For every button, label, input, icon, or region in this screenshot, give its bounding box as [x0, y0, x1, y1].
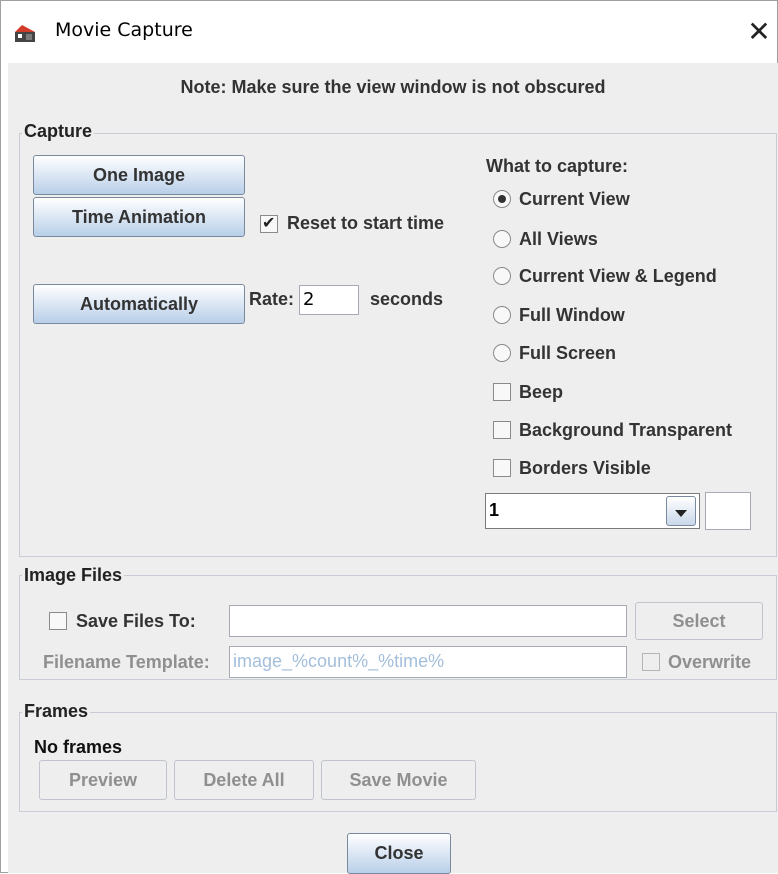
reset-to-start-checkbox[interactable]	[260, 213, 278, 233]
window-title: Movie Capture	[55, 19, 193, 41]
image-files-legend: Image Files	[22, 565, 125, 586]
time-animation-button[interactable]: Time Animation	[33, 197, 245, 237]
beep-label: Beep	[519, 382, 564, 402]
movie-capture-dialog: Movie Capture ✕ Note: Make sure the view…	[0, 0, 778, 874]
background-transparent-label: Background Transparent	[519, 420, 733, 440]
radio-current-view[interactable]	[493, 190, 511, 208]
radio-full-window[interactable]	[493, 306, 511, 324]
radio-current-view-legend-label: Current View & Legend	[519, 266, 717, 286]
one-image-button[interactable]: One Image	[33, 155, 245, 195]
save-movie-button[interactable]: Save Movie	[321, 760, 476, 800]
what-to-capture-label: What to capture:	[486, 156, 628, 176]
reset-to-start-label: Reset to start time	[287, 213, 445, 233]
save-path-input[interactable]	[229, 605, 627, 637]
capture-count-select[interactable]: 1	[485, 493, 700, 529]
background-transparent-checkbox[interactable]	[493, 421, 511, 439]
automatically-button[interactable]: Automatically	[33, 284, 245, 324]
delete-all-button[interactable]: Delete All	[174, 760, 314, 800]
save-files-to-label: Save Files To:	[76, 611, 196, 631]
frames-status: No frames	[34, 737, 123, 757]
beep-checkbox[interactable]	[493, 383, 511, 401]
borders-visible-checkbox[interactable]	[493, 459, 511, 477]
select-button[interactable]: Select	[635, 602, 763, 640]
radio-current-view-legend[interactable]	[493, 267, 511, 285]
rate-label: Rate:	[249, 289, 295, 309]
dialog-content: Note: Make sure the view window is not o…	[8, 63, 778, 874]
capture-count-value: 1	[489, 500, 500, 520]
close-icon[interactable]: ✕	[745, 15, 773, 49]
frames-legend: Frames	[22, 701, 91, 722]
borders-visible-label: Borders Visible	[519, 458, 651, 478]
movie-camera-icon	[15, 25, 35, 42]
combo-extra-field[interactable]	[705, 492, 751, 530]
radio-full-screen-label: Full Screen	[519, 343, 617, 363]
note-text: Note: Make sure the view window is not o…	[180, 77, 606, 97]
radio-current-view-label: Current View	[519, 189, 630, 209]
radio-full-window-label: Full Window	[519, 305, 625, 325]
seconds-label: seconds	[370, 289, 444, 309]
close-button[interactable]: Close	[347, 833, 451, 874]
chevron-down-icon[interactable]	[666, 496, 696, 526]
rate-input[interactable]: 2	[299, 285, 359, 315]
radio-all-views[interactable]	[493, 230, 511, 248]
filename-template-input[interactable]: image_%count%_%time%	[229, 646, 627, 678]
preview-button[interactable]: Preview	[39, 760, 167, 800]
save-files-to-checkbox[interactable]	[49, 612, 67, 630]
filename-template-label: Filename Template:	[43, 652, 210, 672]
capture-legend: Capture	[22, 121, 95, 142]
overwrite-checkbox[interactable]	[642, 653, 660, 671]
overwrite-label: Overwrite	[668, 652, 752, 672]
radio-full-screen[interactable]	[493, 344, 511, 362]
title-bar: Movie Capture ✕	[1, 1, 777, 63]
radio-all-views-label: All Views	[519, 229, 598, 249]
